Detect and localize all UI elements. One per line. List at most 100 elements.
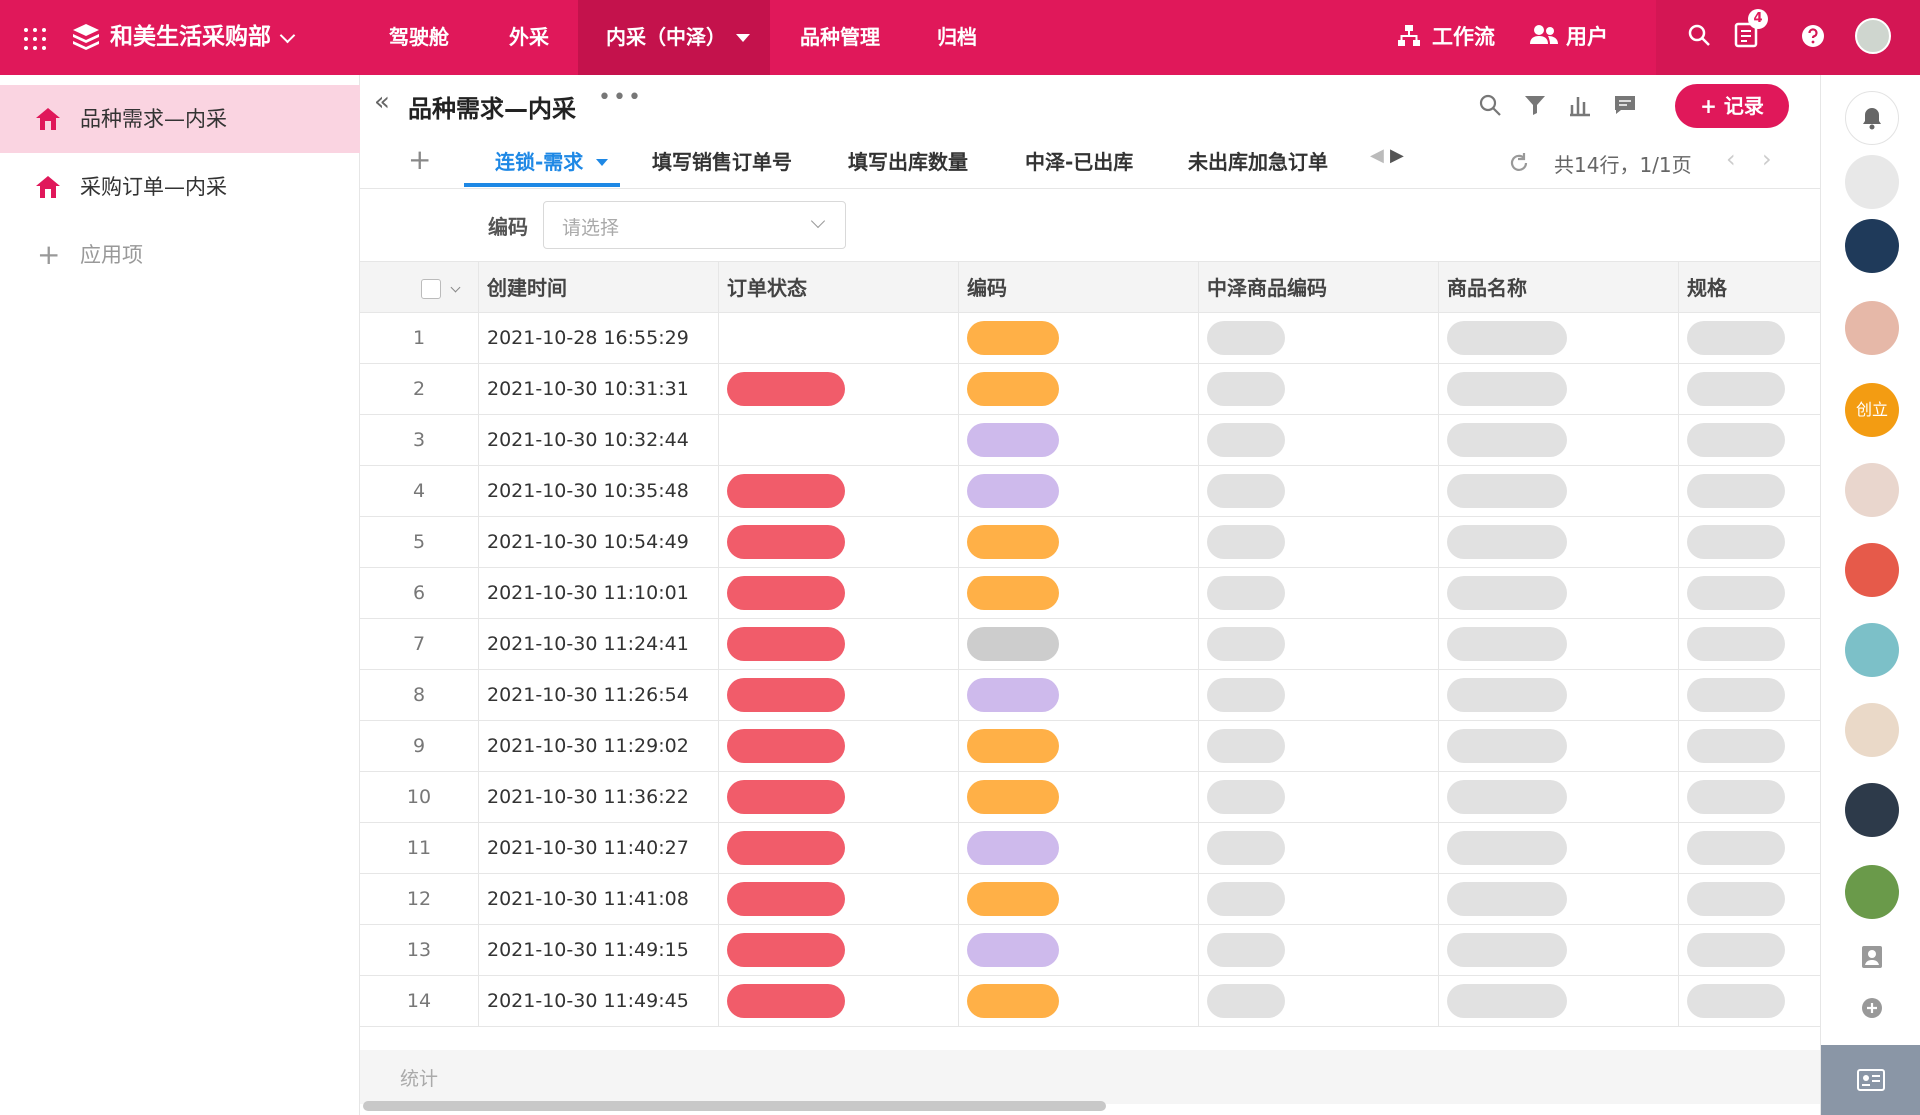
product-name-cell bbox=[1439, 823, 1679, 874]
table-row[interactable]: 11 2021-10-30 11:40:27 bbox=[360, 823, 1820, 874]
sidebar-add-item[interactable]: + 应用项 bbox=[0, 221, 360, 289]
redacted-value bbox=[727, 525, 845, 559]
redacted-value bbox=[1687, 831, 1785, 865]
help-icon[interactable] bbox=[1801, 24, 1825, 48]
app-logo-icon bbox=[73, 24, 99, 50]
tab-fill-sales-order[interactable]: 填写销售订单号 bbox=[652, 147, 792, 177]
table-row[interactable]: 12 2021-10-30 11:41:08 bbox=[360, 874, 1820, 925]
horizontal-scrollbar[interactable] bbox=[363, 1101, 1106, 1111]
next-page-icon[interactable]: › bbox=[1762, 145, 1772, 173]
active-tab-indicator bbox=[464, 183, 620, 187]
column-header-product-name[interactable]: 商品名称 bbox=[1439, 262, 1679, 314]
status-cell bbox=[719, 415, 959, 466]
zz-code-cell bbox=[1199, 568, 1439, 619]
refresh-icon[interactable] bbox=[1508, 152, 1530, 174]
table-row[interactable]: 3 2021-10-30 10:32:44 bbox=[360, 415, 1820, 466]
table-row[interactable]: 4 2021-10-30 10:35:48 bbox=[360, 466, 1820, 517]
table-row[interactable]: 10 2021-10-30 11:36:22 bbox=[360, 772, 1820, 823]
prev-page-icon[interactable]: ‹ bbox=[1726, 145, 1736, 173]
redacted-value bbox=[1207, 372, 1285, 406]
comment-icon[interactable] bbox=[1613, 93, 1637, 117]
column-header-zz-code[interactable]: 中泽商品编码 bbox=[1199, 262, 1439, 314]
app-grid-icon[interactable] bbox=[24, 28, 46, 50]
code-cell bbox=[959, 364, 1199, 415]
column-header-spec[interactable]: 规格 bbox=[1679, 262, 1820, 314]
member-avatar[interactable] bbox=[1845, 301, 1899, 355]
contacts-icon[interactable] bbox=[1861, 945, 1883, 969]
tab-urgent-orders[interactable]: 未出库加急订单 bbox=[1188, 147, 1328, 177]
add-member-icon[interactable] bbox=[1861, 997, 1883, 1019]
search-icon[interactable] bbox=[1478, 93, 1502, 117]
member-card-icon[interactable] bbox=[1857, 1069, 1885, 1091]
redacted-value bbox=[1687, 321, 1785, 355]
table-row[interactable]: 14 2021-10-30 11:49:45 bbox=[360, 976, 1820, 1027]
column-header-status[interactable]: 订单状态 bbox=[719, 262, 959, 314]
redacted-value bbox=[967, 627, 1059, 661]
table-row[interactable]: 9 2021-10-30 11:29:02 bbox=[360, 721, 1820, 772]
tab-zhongze-shipped[interactable]: 中泽-已出库 bbox=[1025, 147, 1133, 177]
status-cell bbox=[719, 925, 959, 976]
spec-cell bbox=[1679, 772, 1820, 823]
filter-icon[interactable] bbox=[1523, 93, 1547, 117]
member-avatar[interactable] bbox=[1845, 703, 1899, 757]
app-switch-chevron-icon[interactable] bbox=[279, 27, 296, 44]
member-avatar[interactable] bbox=[1845, 463, 1899, 517]
nav-cockpit[interactable]: 驾驶舱 bbox=[370, 0, 468, 75]
search-icon[interactable] bbox=[1687, 23, 1711, 47]
redacted-value bbox=[1207, 882, 1285, 916]
row-index: 7 bbox=[360, 619, 479, 670]
table-row[interactable]: 7 2021-10-30 11:24:41 bbox=[360, 619, 1820, 670]
users-link[interactable]: 用户 bbox=[1566, 22, 1608, 52]
table-row[interactable]: 1 2021-10-28 16:55:29 bbox=[360, 313, 1820, 364]
tab-fill-outbound-qty[interactable]: 填写出库数量 bbox=[848, 147, 968, 177]
created-time-cell: 2021-10-30 11:49:45 bbox=[479, 976, 719, 1027]
nav-archive[interactable]: 归档 bbox=[920, 0, 994, 75]
tabs-scroll-right-icon[interactable]: ▶ bbox=[1390, 145, 1404, 166]
redacted-value bbox=[1687, 933, 1785, 967]
redacted-value bbox=[967, 372, 1059, 406]
redacted-value bbox=[967, 984, 1059, 1018]
nav-internal-purchase[interactable]: 内采（中泽） bbox=[578, 0, 770, 75]
member-avatar[interactable] bbox=[1845, 543, 1899, 597]
user-avatar[interactable] bbox=[1855, 18, 1891, 54]
member-avatar[interactable] bbox=[1845, 623, 1899, 677]
status-cell bbox=[719, 670, 959, 721]
add-record-button[interactable]: + 记录 bbox=[1675, 84, 1789, 128]
sidebar-item-variety-demand[interactable]: 品种需求—内采 bbox=[0, 85, 360, 153]
tab-chain-demand[interactable]: 连锁-需求 bbox=[495, 147, 583, 177]
select-all-checkbox[interactable] bbox=[421, 279, 441, 299]
product-name-cell bbox=[1439, 517, 1679, 568]
add-view-icon[interactable]: + bbox=[408, 143, 431, 176]
nav-internal-purchase-label: 内采（中泽） bbox=[606, 25, 726, 49]
table-row[interactable]: 8 2021-10-30 11:26:54 bbox=[360, 670, 1820, 721]
table-row[interactable]: 13 2021-10-30 11:49:15 bbox=[360, 925, 1820, 976]
nav-variety-management[interactable]: 品种管理 bbox=[785, 0, 895, 75]
redacted-value bbox=[1207, 933, 1285, 967]
spec-cell bbox=[1679, 517, 1820, 568]
member-avatar[interactable] bbox=[1845, 155, 1899, 209]
code-filter-select[interactable]: 请选择 bbox=[543, 201, 846, 249]
chart-icon[interactable] bbox=[1568, 93, 1592, 117]
member-avatar[interactable] bbox=[1845, 865, 1899, 919]
chevron-down-icon[interactable] bbox=[450, 282, 461, 293]
collapse-sidebar-icon[interactable]: « bbox=[374, 87, 390, 117]
member-avatar[interactable] bbox=[1845, 219, 1899, 273]
status-cell bbox=[719, 823, 959, 874]
redacted-value bbox=[727, 780, 845, 814]
app-name[interactable]: 和美生活采购部 bbox=[110, 22, 271, 52]
column-header-created[interactable]: 创建时间 bbox=[479, 262, 719, 314]
tabs-scroll-left-icon[interactable]: ◀ bbox=[1370, 145, 1384, 166]
workflow-link[interactable]: 工作流 bbox=[1432, 22, 1495, 52]
notification-bell-button[interactable] bbox=[1845, 91, 1899, 145]
table-row[interactable]: 5 2021-10-30 10:54:49 bbox=[360, 517, 1820, 568]
member-avatar[interactable] bbox=[1845, 783, 1899, 837]
tab-caret-icon[interactable] bbox=[596, 159, 608, 166]
redacted-value bbox=[727, 933, 845, 967]
sidebar-item-purchase-order[interactable]: 采购订单—内采 bbox=[0, 153, 360, 221]
table-row[interactable]: 2 2021-10-30 10:31:31 bbox=[360, 364, 1820, 415]
org-avatar[interactable]: 创立 bbox=[1845, 383, 1899, 437]
more-options-icon[interactable]: ••• bbox=[598, 85, 643, 110]
column-header-code[interactable]: 编码 bbox=[959, 262, 1199, 314]
table-row[interactable]: 6 2021-10-30 11:10:01 bbox=[360, 568, 1820, 619]
nav-external-purchase[interactable]: 外采 bbox=[480, 0, 578, 75]
